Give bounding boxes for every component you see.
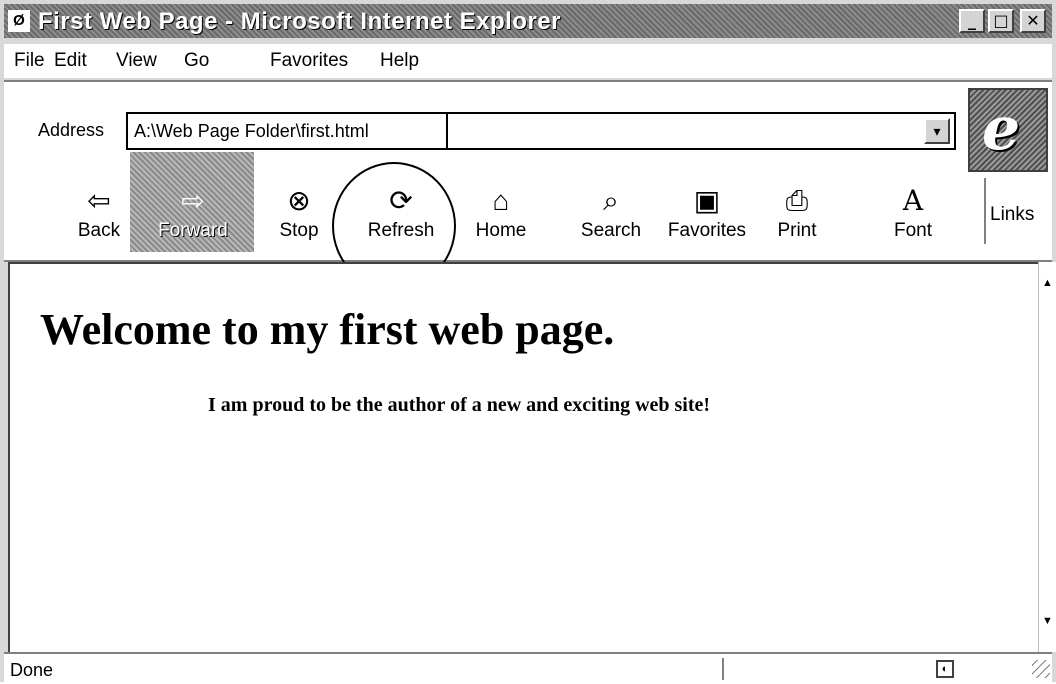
font-icon: A (902, 184, 924, 217)
home-label: Home (475, 220, 527, 241)
window-title: First Web Page - Microsoft Internet Expl… (38, 8, 561, 35)
stop-icon: ⊗ (287, 185, 311, 216)
resize-grip-icon[interactable] (1032, 660, 1050, 678)
search-icon: ⌕ (603, 185, 619, 216)
home-icon: ⌂ (492, 185, 510, 216)
vertical-scrollbar[interactable]: ▲ ▼ (1038, 262, 1056, 652)
page-paragraph: I am proud to be the author of a new and… (208, 394, 711, 416)
status-bar: Done ◐ (4, 652, 1052, 684)
close-button[interactable]: ✕ (1020, 9, 1046, 33)
print-label: Print (777, 220, 817, 241)
page-content: Welcome to my first web page. I am proud… (8, 262, 1038, 652)
title-bar[interactable]: Ø First Web Page - Microsoft Internet Ex… (4, 4, 1052, 38)
favorites-label: Favorites (667, 220, 747, 241)
stop-button[interactable]: ⊗ Stop (256, 176, 342, 250)
ie-app-icon[interactable]: Ø (8, 10, 30, 32)
print-icon: ⎙ (785, 185, 809, 216)
menu-go[interactable]: Go (184, 50, 209, 72)
browser-window: Ø First Web Page - Microsoft Internet Ex… (0, 0, 1056, 684)
font-button[interactable]: A Font (870, 176, 956, 250)
favorites-button[interactable]: ▣ Favorites (664, 176, 750, 250)
ie-throbber-logo: e (968, 88, 1048, 172)
maximize-button[interactable]: □ (988, 9, 1014, 33)
links-separator (978, 178, 986, 244)
address-dropdown-button[interactable]: ▾ (924, 118, 950, 144)
back-label: Back (77, 220, 121, 241)
favorites-icon: ▣ (693, 185, 721, 216)
menu-favorites[interactable]: Favorites (270, 50, 348, 72)
menu-help[interactable]: Help (380, 50, 419, 72)
search-label: Search (580, 220, 642, 241)
forward-label: Forward (158, 220, 228, 241)
search-button[interactable]: ⌕ Search (568, 176, 654, 250)
minimize-button[interactable]: _ (959, 9, 985, 33)
back-button[interactable]: ⇦ Back (56, 176, 142, 250)
status-pane (722, 658, 948, 680)
scroll-up-button[interactable]: ▲ (1039, 274, 1056, 292)
forward-button[interactable]: ⇨ Forward (150, 176, 236, 250)
menu-edit[interactable]: Edit (54, 50, 87, 72)
scroll-down-button[interactable]: ▼ (1039, 612, 1056, 630)
stop-label: Stop (279, 220, 319, 241)
address-bar[interactable]: A:\Web Page Folder\first.html ▾ (126, 112, 956, 150)
print-button[interactable]: ⎙ Print (754, 176, 840, 250)
links-button[interactable]: Links (990, 204, 1034, 226)
address-label: Address (38, 120, 105, 140)
back-arrow-icon: ⇦ (87, 185, 111, 216)
address-input[interactable]: A:\Web Page Folder\first.html (134, 121, 369, 142)
page-heading: Welcome to my first web page. (40, 305, 615, 354)
home-button[interactable]: ⌂ Home (458, 176, 544, 250)
menu-file[interactable]: File (14, 50, 45, 72)
forward-arrow-icon: ⇨ (181, 185, 205, 216)
menu-bar: File Edit View Go Favorites Help (4, 44, 1052, 78)
status-text: Done (10, 660, 54, 680)
ie-logo-icon: e (982, 94, 1021, 164)
security-zone-icon: ◐ (936, 660, 954, 678)
menu-view[interactable]: View (116, 50, 157, 72)
font-label: Font (893, 220, 933, 241)
